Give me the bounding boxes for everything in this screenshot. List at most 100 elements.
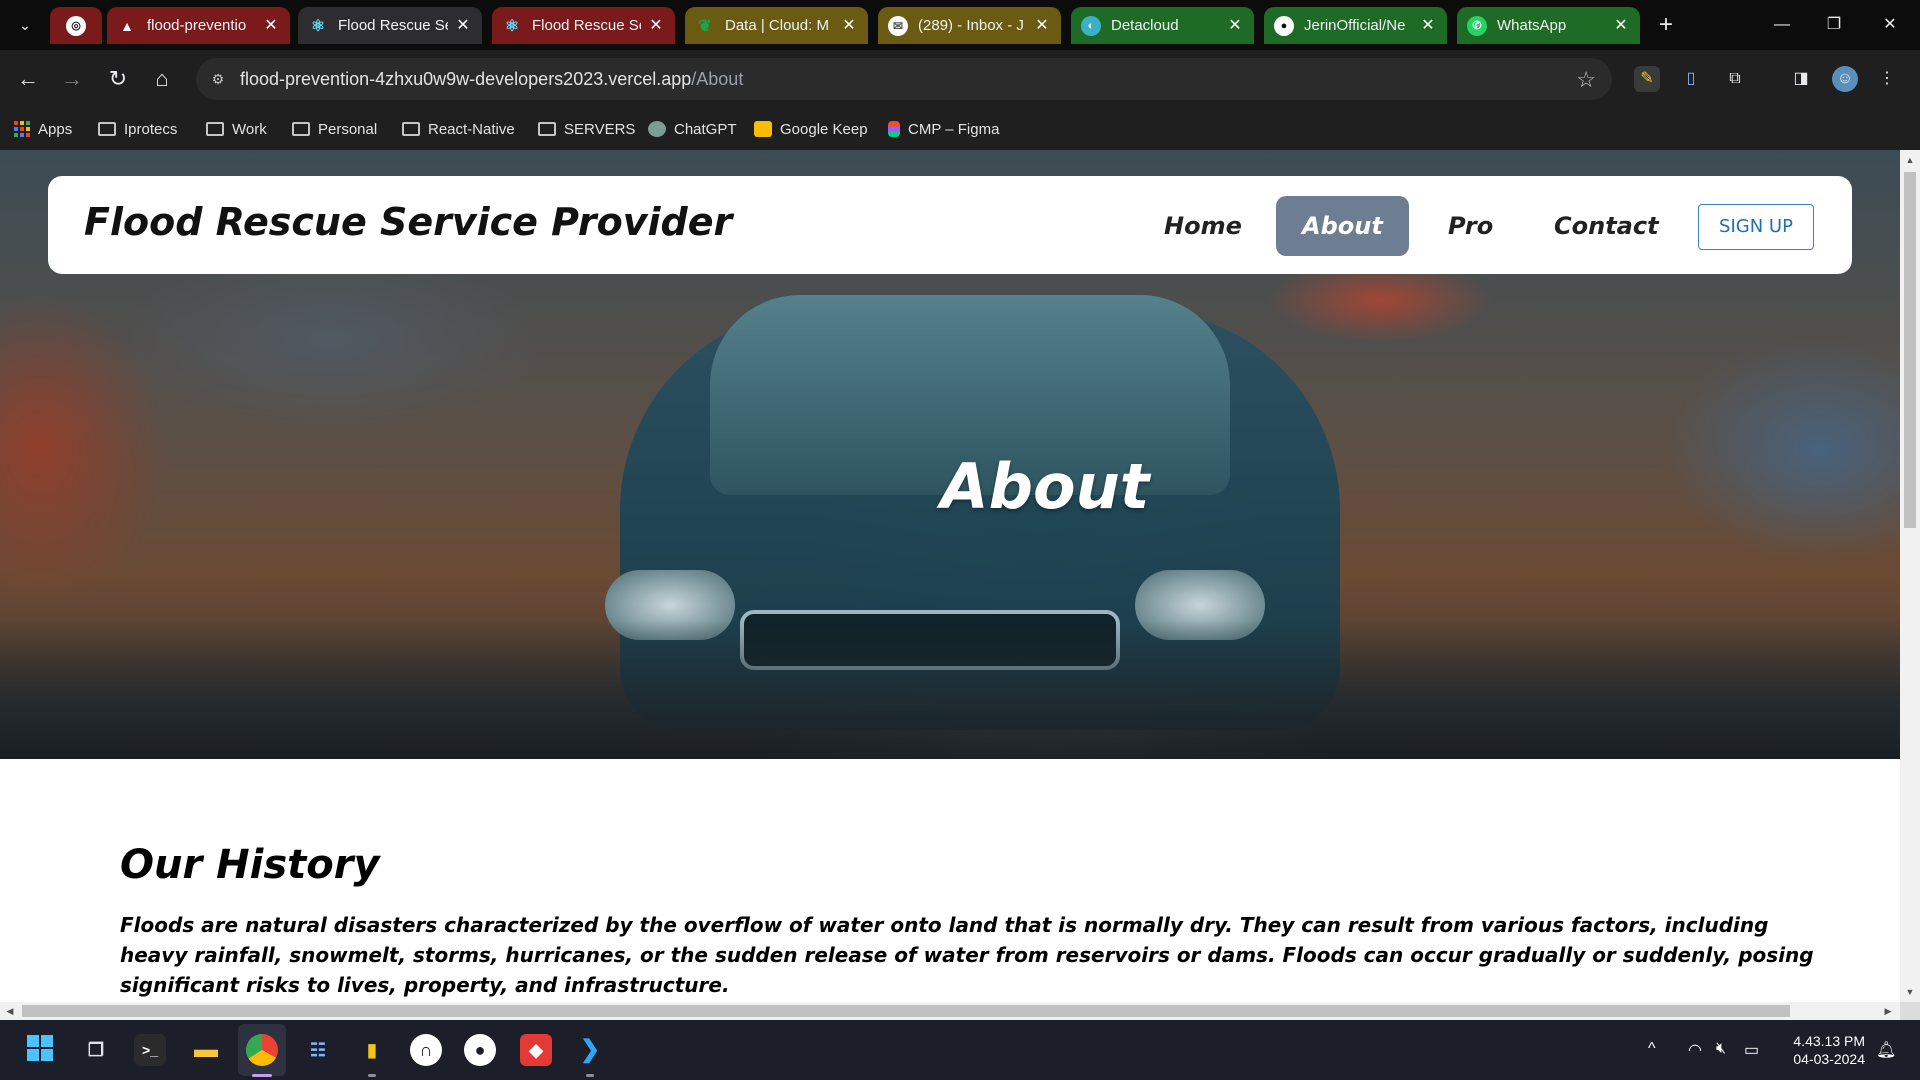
bookmark-react-native[interactable]: React-Native: [402, 117, 515, 141]
tab-inbox[interactable]: ✉ (289) - Inbox - J ✕: [878, 7, 1061, 44]
bookmark-iprotecs[interactable]: Iprotecs: [98, 117, 177, 141]
volume-muted-icon[interactable]: 🔇︎: [1716, 1040, 1726, 1058]
page-viewport: About Flood Rescue Service Provider Home…: [0, 150, 1900, 1002]
close-icon[interactable]: ✕: [1419, 17, 1437, 35]
vertical-scrollbar[interactable]: ▲ ▼: [1900, 150, 1920, 1002]
menu-kebab-icon[interactable]: ⋮: [1874, 66, 1900, 92]
history-title: Our History: [120, 842, 380, 888]
folder-icon: [402, 122, 420, 136]
bookmark-figma[interactable]: CMP – Figma: [888, 117, 999, 141]
restore-button[interactable]: ❐: [1814, 12, 1854, 38]
close-icon[interactable]: ✕: [1033, 17, 1051, 35]
new-tab-button[interactable]: +: [1652, 11, 1680, 39]
tab-title: WhatsApp: [1497, 17, 1567, 34]
windows-start-icon[interactable]: [24, 1034, 56, 1066]
extensions-puzzle-icon[interactable]: ⧉: [1722, 66, 1748, 92]
folder-icon: [98, 122, 116, 136]
scroll-up-arrow-icon[interactable]: ▲: [1900, 152, 1920, 168]
tab-flood-rescue-active[interactable]: ⚛ Flood Rescue Se ✕: [298, 7, 482, 44]
windows-taskbar: ❐ >_ ▬ ☷ ▮ ∩ ● ◆ ❯ ^ ◠ 🔇︎ ▭ 4.43.13 PM 0…: [0, 1020, 1920, 1080]
reload-button[interactable]: ↻: [104, 65, 132, 93]
nav-pro[interactable]: Pro: [1422, 196, 1519, 256]
minimize-button[interactable]: —: [1762, 12, 1802, 38]
scroll-left-arrow-icon[interactable]: ◀: [2, 1002, 18, 1020]
scroll-right-arrow-icon[interactable]: ▶: [1880, 1002, 1896, 1020]
system-clock[interactable]: 4.43.13 PM 04-03-2024: [1785, 1032, 1865, 1068]
close-icon[interactable]: ✕: [840, 17, 858, 35]
terminal-icon[interactable]: >_: [134, 1034, 166, 1066]
tab-github[interactable]: ● JerinOfficial/Ne ✕: [1264, 7, 1447, 44]
chatgpt-icon: [648, 121, 666, 137]
close-icon[interactable]: ✕: [1612, 17, 1630, 35]
mail-icon: ✉: [888, 15, 908, 36]
nav-contact[interactable]: Contact: [1528, 196, 1685, 256]
bookmark-personal[interactable]: Personal: [292, 117, 377, 141]
profile-avatar[interactable]: ☺: [1832, 66, 1858, 92]
close-icon[interactable]: ✕: [1226, 17, 1244, 35]
apps-grid-icon: [14, 121, 30, 137]
tab-vercel[interactable]: ▲ flood-preventio ✕: [107, 7, 290, 44]
tab-detacloud[interactable]: ◐ Detacloud ✕: [1071, 7, 1254, 44]
task-view-icon[interactable]: ❐: [80, 1034, 112, 1066]
vscode-running-indicator: [586, 1074, 594, 1077]
scrollbar-corner: [1900, 1002, 1920, 1020]
extension-icon[interactable]: ✎: [1634, 66, 1660, 92]
scroll-down-arrow-icon[interactable]: ▼: [1900, 984, 1920, 1000]
address-bar[interactable]: ⚙ flood-prevention-4zhxu0w9w-developers2…: [196, 58, 1612, 100]
folder-icon: [206, 122, 224, 136]
github-desktop-icon[interactable]: ●: [464, 1034, 496, 1066]
chat-icon[interactable]: ☷: [302, 1034, 334, 1066]
window-close-button[interactable]: ✕: [1870, 12, 1910, 38]
wifi-icon[interactable]: ◠: [1688, 1040, 1702, 1060]
horizontal-scrollbar[interactable]: ◀ ▶: [0, 1002, 1900, 1020]
extension-doc-icon[interactable]: ▯: [1678, 66, 1704, 92]
tab-chatgpt-pinned[interactable]: ◎: [50, 7, 102, 44]
bookmark-apps[interactable]: Apps: [14, 117, 72, 141]
tab-whatsapp[interactable]: ✆ WhatsApp ✕: [1457, 7, 1640, 44]
chatgpt-icon: ◎: [66, 15, 86, 36]
mongodb-icon: ❦: [698, 17, 712, 35]
tab-title: Flood Rescue Se: [532, 17, 641, 34]
vercel-icon: ▲: [120, 17, 134, 34]
site-brand[interactable]: Flood Rescue Service Provider: [84, 200, 732, 244]
tab-title: flood-preventio: [147, 17, 247, 34]
close-icon[interactable]: ✕: [647, 17, 665, 35]
side-panel-icon[interactable]: ◨: [1788, 66, 1814, 92]
vscode-icon[interactable]: ❯: [574, 1034, 606, 1066]
folder-icon: [538, 122, 556, 136]
tab-strip: ⌄ ◎ ▲ flood-preventio ✕ ⚛ Flood Rescue S…: [0, 0, 1920, 50]
keep-notes-icon[interactable]: ▮: [356, 1034, 388, 1066]
forward-button[interactable]: →: [58, 65, 86, 93]
nav-home[interactable]: Home: [1138, 196, 1268, 256]
notification-bell-icon[interactable]: 🔔︎: [1876, 1040, 1896, 1060]
horizontal-scroll-thumb[interactable]: [22, 1005, 1790, 1017]
tab-flood-rescue[interactable]: ⚛ Flood Rescue Se ✕: [492, 7, 675, 44]
file-explorer-icon[interactable]: ▬: [190, 1034, 222, 1066]
battery-icon[interactable]: ▭: [1744, 1040, 1759, 1060]
keep-icon: [754, 121, 772, 137]
close-icon[interactable]: ✕: [262, 17, 280, 35]
tray-overflow-chevron-icon[interactable]: ^: [1648, 1040, 1656, 1058]
hero-title: About: [940, 450, 1150, 523]
bookmark-chatgpt[interactable]: ChatGPT: [648, 117, 737, 141]
tab-title: JerinOfficial/Ne: [1304, 17, 1406, 34]
signup-button[interactable]: SIGN UP: [1698, 204, 1814, 250]
anydesk-icon[interactable]: ◆: [520, 1034, 552, 1066]
chrome-icon[interactable]: [246, 1034, 278, 1066]
folder-icon: [292, 122, 310, 136]
bookmark-star-icon[interactable]: ☆: [1576, 67, 1596, 93]
tab-search-button[interactable]: ⌄: [10, 10, 40, 40]
tab-mongodb[interactable]: ❦ Data | Cloud: M ✕: [685, 7, 868, 44]
vpn-icon[interactable]: ∩: [410, 1034, 442, 1066]
site-settings-icon[interactable]: ⚙: [208, 69, 228, 89]
url-text[interactable]: flood-prevention-4zhxu0w9w-developers202…: [240, 69, 743, 90]
back-button[interactable]: ←: [14, 65, 42, 93]
nav-about[interactable]: About: [1276, 196, 1409, 256]
bookmark-servers[interactable]: SERVERS: [538, 117, 635, 141]
keep-running-indicator: [368, 1074, 376, 1077]
bookmark-work[interactable]: Work: [206, 117, 267, 141]
close-icon[interactable]: ✕: [454, 17, 472, 35]
vertical-scroll-thumb[interactable]: [1904, 172, 1916, 528]
bookmark-google-keep[interactable]: Google Keep: [754, 117, 868, 141]
home-button[interactable]: ⌂: [148, 65, 176, 93]
